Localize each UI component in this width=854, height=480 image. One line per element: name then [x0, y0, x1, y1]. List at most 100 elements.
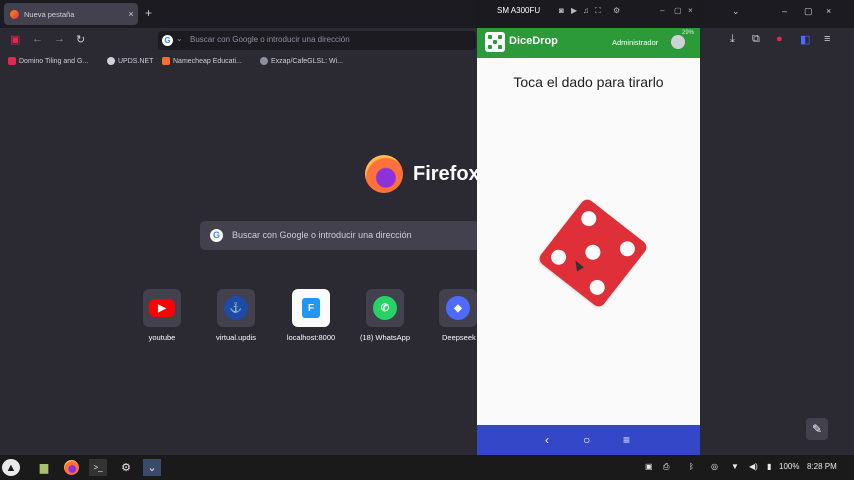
deepseek-icon: ◆: [446, 296, 470, 320]
bookmark-item[interactable]: Exzap/CafeGLSL: Wi...: [260, 57, 343, 65]
tab-new-tab[interactable]: Nueva pestaña ×: [4, 3, 138, 25]
shortcut-icon-box: ◆: [439, 289, 477, 327]
shortcut-tile[interactable]: F localhost:8000: [281, 289, 341, 342]
bookmark-label: Namecheap Educati...: [173, 57, 242, 65]
shortcut-icon-box: ✆: [366, 289, 404, 327]
die-pip: [616, 238, 638, 260]
device-name: SM A300FU: [497, 6, 541, 15]
die-pip: [582, 241, 604, 263]
die-pip: [586, 276, 608, 298]
network-icon[interactable]: ◎: [711, 462, 718, 471]
shortcut-label: youtube: [148, 333, 176, 342]
minimize-button[interactable]: –: [782, 6, 787, 16]
updis-icon: ⚓: [224, 296, 248, 320]
shortcut-tile[interactable]: ▶ youtube: [132, 289, 192, 342]
url-bar[interactable]: G ⌄ Buscar con Google o introducir una d…: [158, 31, 476, 50]
list-all-tabs-icon[interactable]: ⌄: [732, 6, 740, 17]
bookmark-favicon-icon: [8, 57, 16, 65]
settings-icon[interactable]: ⚙: [117, 459, 135, 476]
app-title: DiceDrop: [509, 35, 558, 47]
close-icon[interactable]: ×: [688, 6, 693, 15]
app-bar: DiceDrop 29% Administrador: [477, 28, 700, 58]
minimize-icon[interactable]: –: [660, 6, 664, 15]
maximize-icon[interactable]: ▢: [674, 6, 682, 15]
shortcut-tile[interactable]: ◆ Deepseek: [429, 289, 477, 342]
shortcut-tile[interactable]: ⚓ virtual.updis: [206, 289, 266, 342]
shortcut-icon-box: ⚓: [217, 289, 255, 327]
tray-app-icon[interactable]: ▣: [645, 462, 653, 471]
maximize-button[interactable]: ▢: [804, 6, 813, 17]
translate-icon[interactable]: ◧: [800, 33, 810, 46]
whatsapp-icon: ✆: [373, 296, 397, 320]
volume-icon[interactable]: ◀): [749, 462, 758, 471]
new-tab-button[interactable]: +: [145, 6, 152, 20]
recents-icon[interactable]: ≡: [623, 433, 630, 447]
shortcut-tile[interactable]: ✆ (18) WhatsApp: [355, 289, 415, 342]
shortcut-label: Deepseek: [442, 333, 476, 342]
roll-prompt: Toca el dado para tirarlo: [513, 74, 664, 90]
customize-pencil-icon[interactable]: ✎: [806, 418, 828, 440]
github-icon: [260, 57, 268, 65]
firefox-favicon-icon: [10, 9, 19, 19]
bluetooth-icon[interactable]: ᛒ: [689, 462, 694, 471]
firefox-taskbar-icon[interactable]: [62, 459, 80, 476]
search-engine-chevron-icon[interactable]: ⌄: [176, 34, 183, 43]
dice-logo-icon: [485, 32, 505, 52]
die-pip: [548, 246, 570, 268]
bookmark-item[interactable]: Namecheap Educati...: [162, 57, 242, 65]
user-label: Administrador: [612, 38, 659, 47]
sidebar-icon[interactable]: ▣: [10, 33, 20, 46]
video-icon[interactable]: ▶: [571, 6, 577, 15]
scrcpy-taskbar-icon[interactable]: ⌄: [143, 459, 161, 476]
new-tab-page: [0, 70, 854, 455]
settings-gear-icon[interactable]: ⚙: [613, 6, 620, 15]
extensions-icon[interactable]: ⧉: [752, 33, 760, 46]
back-arrow-icon[interactable]: ←: [32, 33, 43, 45]
ublock-icon[interactable]: ●: [776, 33, 783, 45]
shortcut-label: localhost:8000: [286, 333, 336, 342]
bookmark-item[interactable]: Domino Tiling and G...: [8, 57, 88, 65]
close-window-button[interactable]: ×: [826, 6, 831, 16]
phone-status-battery: 29%: [681, 30, 694, 36]
bookmark-favicon-icon: [162, 57, 170, 65]
reload-icon[interactable]: ↻: [76, 33, 85, 46]
back-icon[interactable]: ‹: [545, 433, 549, 447]
forward-arrow-icon[interactable]: →: [54, 33, 65, 45]
google-icon: G: [210, 229, 223, 242]
shortcut-label: virtual.updis: [215, 333, 257, 342]
shortcut-label: (18) WhatsApp: [359, 333, 411, 342]
google-icon: G: [162, 35, 173, 46]
youtube-icon: ▶: [149, 299, 175, 317]
bookmark-label: UPDS.NET: [118, 57, 154, 65]
file-manager-icon[interactable]: ▆: [35, 459, 53, 476]
bookmark-item[interactable]: UPDS.NET: [107, 57, 153, 65]
firefox-logo-icon: [365, 155, 403, 193]
battery-percent: 100%: [779, 462, 800, 471]
tab-close-icon[interactable]: ×: [124, 9, 138, 19]
bookmark-label: Exzap/CafeGLSL: Wi...: [271, 57, 343, 65]
app-menu-icon[interactable]: ≡: [824, 33, 830, 45]
camera-icon[interactable]: ◙: [559, 6, 564, 15]
clock[interactable]: 8:28 PM: [807, 462, 837, 471]
bookmark-favicon-icon: [107, 57, 115, 65]
wifi-icon[interactable]: ▼: [731, 462, 739, 471]
shortcut-icon-box: F: [292, 289, 330, 327]
newtab-search-input[interactable]: G Buscar con Google o introducir una dir…: [200, 221, 480, 250]
scrcpy-titlebar: SM A300FU ◙ ▶ ♫ ⛶ ⚙ – ▢ ×: [477, 0, 700, 28]
bookmark-label: Domino Tiling and G...: [19, 57, 89, 65]
printer-icon[interactable]: ⎙: [663, 462, 669, 472]
firefox-wordmark: Firefox: [413, 163, 480, 185]
avatar[interactable]: [671, 35, 685, 49]
android-nav-bar: ‹ ○ ≡: [477, 425, 700, 455]
start-menu-icon[interactable]: ▲: [2, 459, 20, 476]
headphones-icon[interactable]: ♫: [583, 6, 589, 15]
downloads-icon[interactable]: ⤓: [730, 33, 735, 46]
fullscreen-icon[interactable]: ⛶: [595, 6, 601, 16]
tab-title: Nueva pestaña: [24, 9, 75, 19]
search-placeholder: Buscar con Google o introducir una direc…: [232, 230, 412, 240]
die-pip: [578, 208, 600, 230]
battery-icon[interactable]: ▮: [767, 462, 771, 471]
home-icon[interactable]: ○: [583, 433, 590, 447]
flutter-icon: F: [302, 298, 320, 318]
terminal-icon[interactable]: >_: [89, 459, 107, 476]
